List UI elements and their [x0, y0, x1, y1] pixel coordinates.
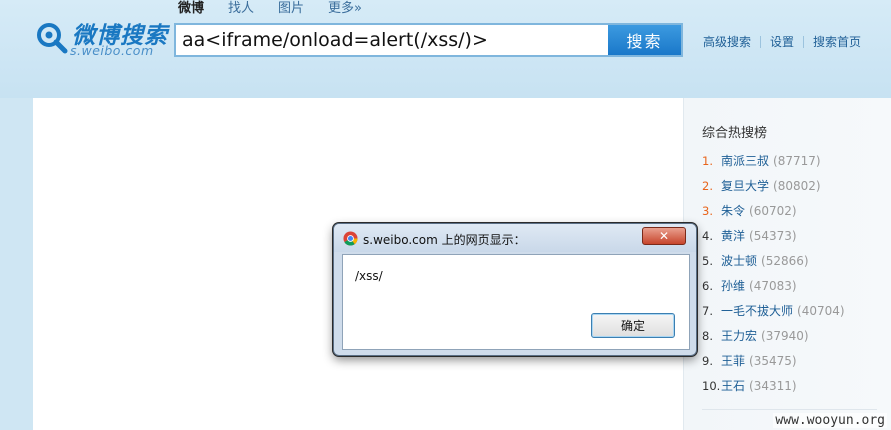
hot-topic-count: (37940) [761, 328, 809, 343]
hot-search-title: 综合热搜榜 [702, 126, 768, 141]
weibo-search-magnifier-icon [37, 23, 68, 54]
dialog-title: s.weibo.com 上的网页显示： [363, 233, 526, 247]
tab-weibo[interactable]: 微博 [178, 0, 204, 16]
tab-people[interactable]: 找人 [228, 0, 254, 16]
list-item[interactable]: 4. 黄洋 (54373) [702, 223, 845, 248]
rank-number: 9. [702, 353, 713, 368]
header-links: 高级搜索 设置 搜索首页 [703, 33, 861, 50]
hot-topic-link[interactable]: 孙维 [721, 277, 745, 294]
list-item[interactable]: 10. 王石 (34311) [702, 373, 845, 398]
header: 微博搜索 s.weibo.com 微博 找人 图片 更多» 搜索 高级搜索 设置… [0, 0, 891, 98]
alert-message: /xss/ [355, 269, 383, 283]
rank-number: 5. [702, 253, 713, 268]
alert-dialog: s.weibo.com 上的网页显示： ✕ /xss/ 确定 [333, 223, 697, 356]
search-home-link[interactable]: 搜索首页 [813, 33, 861, 50]
rank-number: 7. [702, 303, 713, 318]
settings-link[interactable]: 设置 [770, 33, 794, 50]
tab-more[interactable]: 更多» [328, 0, 362, 16]
hot-topic-link[interactable]: 一毛不拔大师 [721, 302, 793, 319]
dialog-titlebar[interactable]: s.weibo.com 上的网页显示： ✕ [334, 224, 696, 252]
hot-topic-count: (60702) [749, 203, 797, 218]
list-item[interactable]: 9. 王菲 (35475) [702, 348, 845, 373]
rank-number: 3. [702, 203, 713, 218]
hot-search-sidebar: 综合热搜榜 1. 南派三叔 (87717) 2. 复旦大学 (80802) 3. 朱令 (6… [683, 98, 891, 430]
search-tabs: 微博 找人 图片 更多» [178, 0, 386, 16]
hot-topic-count: (40704) [797, 303, 845, 318]
list-item[interactable]: 8. 王力宏 (37940) [702, 323, 845, 348]
hot-topic-count: (34311) [749, 378, 797, 393]
list-item[interactable]: 7. 一毛不拔大师 (40704) [702, 298, 845, 323]
hot-topic-link[interactable]: 王力宏 [721, 327, 757, 344]
link-divider [803, 35, 805, 48]
weibo-search-logo[interactable]: 微博搜索 s.weibo.com [34, 16, 174, 60]
hot-topic-link[interactable]: 南派三叔 [721, 152, 769, 169]
advanced-search-link[interactable]: 高级搜索 [703, 33, 751, 50]
watermark: www.wooyun.org [773, 413, 887, 428]
hot-topic-count: (80802) [773, 178, 821, 193]
list-item[interactable]: 5. 波士顿 (52866) [702, 248, 845, 273]
tab-images[interactable]: 图片 [278, 0, 304, 16]
logo-domain: s.weibo.com [70, 43, 154, 58]
hot-topic-link[interactable]: 复旦大学 [721, 177, 769, 194]
hot-topic-link[interactable]: 王石 [721, 377, 745, 394]
dialog-body: /xss/ 确定 [342, 254, 690, 350]
rank-number: 6. [702, 278, 713, 293]
hot-topic-link[interactable]: 王菲 [721, 352, 745, 369]
rank-number: 8. [702, 328, 713, 343]
hot-topic-link[interactable]: 波士顿 [721, 252, 757, 269]
hot-topic-link[interactable]: 朱令 [721, 202, 745, 219]
chrome-icon [343, 231, 358, 246]
list-item[interactable]: 6. 孙维 (47083) [702, 273, 845, 298]
hot-topic-count: (52866) [761, 253, 809, 268]
sidebar-divider [702, 409, 877, 410]
hot-search-list: 1. 南派三叔 (87717) 2. 复旦大学 (80802) 3. 朱令 (60702) … [702, 148, 845, 398]
hot-topic-count: (47083) [749, 278, 797, 293]
hot-topic-count: (54373) [749, 228, 797, 243]
search-button[interactable]: 搜索 [608, 25, 681, 55]
link-divider [760, 35, 762, 48]
rank-number: 10. [702, 378, 721, 393]
hot-topic-count: (35475) [749, 353, 797, 368]
search-box: 搜索 [174, 23, 683, 57]
hot-topic-count: (87717) [773, 153, 821, 168]
rank-number: 1. [702, 153, 713, 168]
ok-button[interactable]: 确定 [591, 313, 675, 338]
rank-number: 4. [702, 228, 713, 243]
hot-topic-link[interactable]: 黄洋 [721, 227, 745, 244]
list-item[interactable]: 3. 朱令 (60702) [702, 198, 845, 223]
close-icon[interactable]: ✕ [642, 227, 686, 245]
list-item[interactable]: 2. 复旦大学 (80802) [702, 173, 845, 198]
list-item[interactable]: 1. 南派三叔 (87717) [702, 148, 845, 173]
rank-number: 2. [702, 178, 713, 193]
search-input[interactable] [176, 25, 608, 55]
